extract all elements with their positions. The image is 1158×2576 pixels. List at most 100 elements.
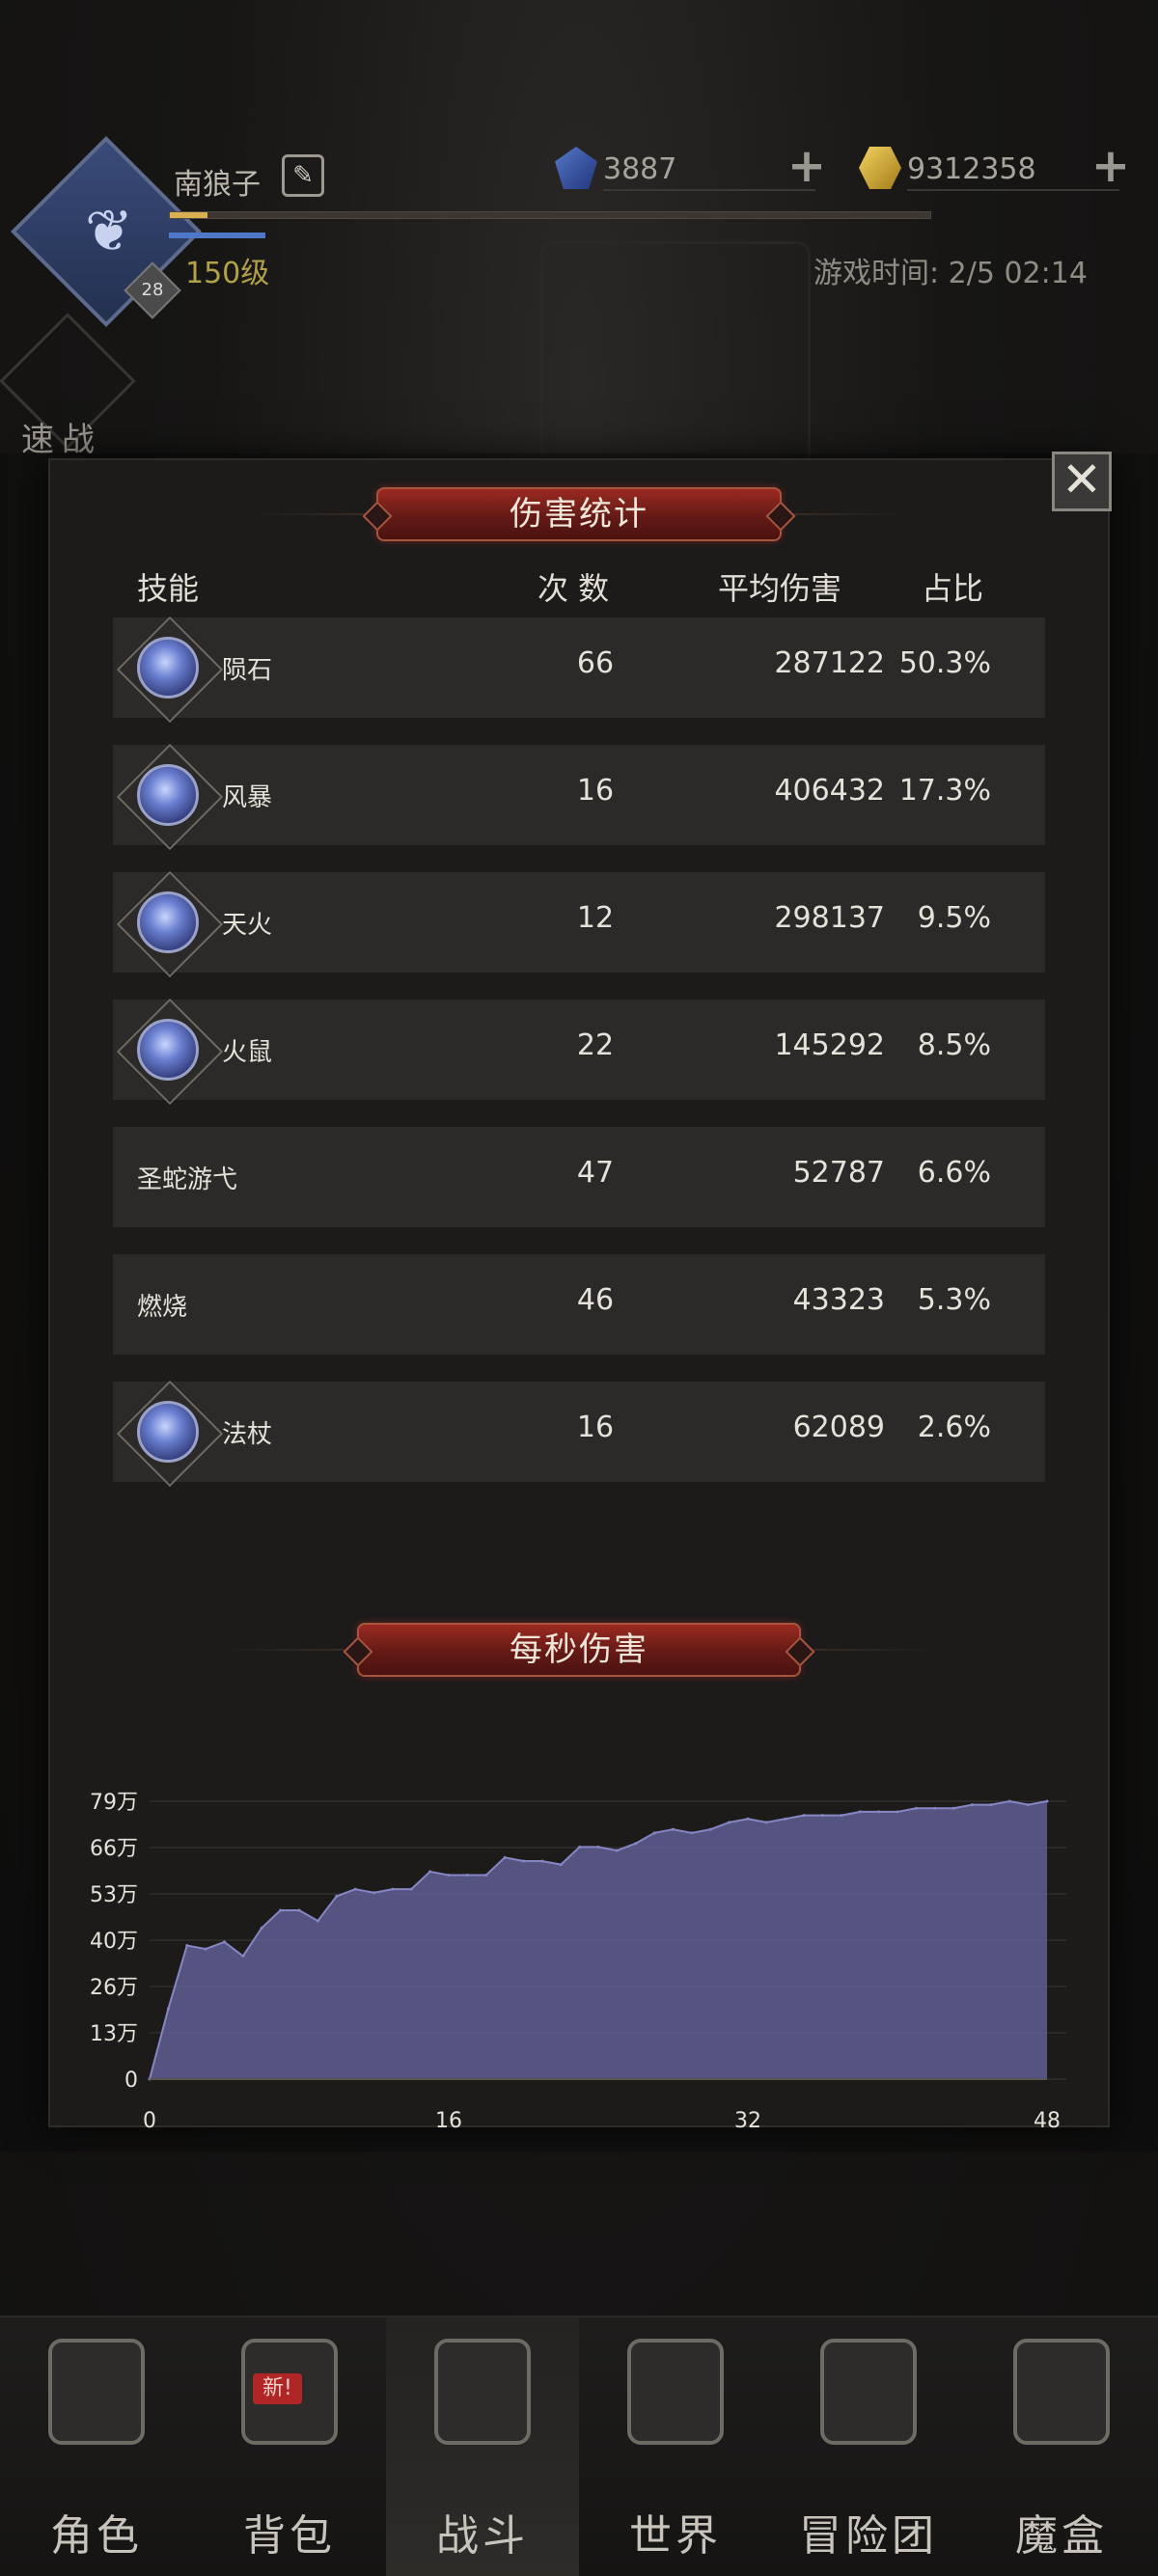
skill-name: 陨石 <box>222 656 273 685</box>
dps-point <box>484 1874 488 1877</box>
dps-point <box>522 1859 525 1863</box>
dps-chart: 0 13万 26万 40万 53万 66万 79万 0 16 32 48 <box>90 1791 1066 2133</box>
y-tick-label: 0 <box>124 2069 138 2093</box>
world-map-icon <box>627 2339 724 2445</box>
table-header: 技能 次 数 平均伤害 占比 <box>0 564 1158 607</box>
dps-point <box>335 1894 339 1898</box>
dps-point <box>746 1817 750 1821</box>
dps-point <box>578 1845 582 1849</box>
skill-count: 16 <box>576 1411 615 1444</box>
skill-count: 16 <box>576 774 615 808</box>
skill-count: 22 <box>576 1028 615 1062</box>
dps-point <box>503 1855 507 1859</box>
nav-item-backpack[interactable]: 新! 背包 <box>193 2317 386 2576</box>
dps-point <box>409 1887 413 1891</box>
player-name: 南狼子 <box>174 168 261 202</box>
dps-point <box>447 1874 451 1877</box>
bottom-nav: 角色 新! 背包 战斗 世界 冒险团 魔盒 <box>0 2316 1158 2576</box>
nav-label: 世界 <box>629 2511 722 2561</box>
nav-item-world-map[interactable]: 世界 <box>579 2317 772 2576</box>
skill-ratio: 8.5% <box>917 1028 991 1062</box>
skill-avg-damage: 62089 <box>792 1411 885 1444</box>
damage-stats-title: 伤害统计 <box>376 487 782 541</box>
dps-point <box>185 1943 189 1947</box>
add-gems-button[interactable]: + <box>786 143 827 189</box>
skill-avg-damage: 287122 <box>774 646 885 680</box>
skill-row: 天火 12 298137 9.5% <box>113 872 1045 973</box>
dps-point <box>279 1908 283 1912</box>
dps-point <box>465 1874 469 1877</box>
dps-point <box>708 1827 712 1831</box>
new-badge: 新! <box>253 2373 302 2404</box>
header-ratio: 占比 <box>922 570 984 607</box>
y-tick-label: 26万 <box>90 1976 138 2000</box>
dps-point <box>971 1803 974 1807</box>
dps-point <box>241 1954 245 1958</box>
y-tick-label: 79万 <box>90 1791 138 1815</box>
dps-point <box>821 1814 824 1818</box>
dps-point <box>615 1849 619 1852</box>
skill-count: 46 <box>576 1283 615 1317</box>
dps-point <box>260 1926 263 1930</box>
gold-icon <box>859 147 905 193</box>
skill-name: 燃烧 <box>137 1293 188 1322</box>
y-tick-label: 40万 <box>90 1930 138 1954</box>
dps-point <box>372 1891 375 1895</box>
skill-row: 陨石 66 287122 50.3% <box>113 617 1045 718</box>
dps-point <box>166 2007 170 2011</box>
dps-point <box>784 1817 787 1821</box>
dps-point <box>634 1842 638 1846</box>
nav-item-magic-box[interactable]: 魔盒 <box>965 2317 1158 2576</box>
skill-ratio: 50.3% <box>898 646 991 680</box>
x-tick-label: 48 <box>1034 2109 1061 2133</box>
dps-point <box>1045 1799 1049 1803</box>
skill-ratio: 17.3% <box>898 774 991 808</box>
nav-item-guild-castle[interactable]: 冒险团 <box>772 2317 965 2576</box>
magic-box-icon <box>1013 2339 1110 2445</box>
skill-name: 火鼠 <box>222 1038 273 1067</box>
skill-avg-damage: 145292 <box>774 1028 885 1062</box>
skill-avg-damage: 406432 <box>774 774 885 808</box>
dps-point <box>914 1806 918 1810</box>
dps-point <box>391 1887 395 1891</box>
dps-point <box>896 1810 899 1814</box>
character-helmet-icon <box>48 2339 145 2445</box>
y-tick-label: 13万 <box>90 2022 138 2046</box>
guild-castle-icon <box>820 2339 917 2445</box>
nav-item-battle-shield[interactable]: 战斗 <box>386 2317 579 2576</box>
dps-point <box>559 1863 563 1867</box>
skill-name: 天火 <box>222 911 273 940</box>
dps-point <box>428 1870 432 1874</box>
dps-area <box>150 1801 1047 2079</box>
gold-count: 9312358 <box>907 152 1036 186</box>
header-count: 次 数 <box>538 570 610 607</box>
edit-name-icon[interactable]: ✎ <box>282 154 324 197</box>
x-tick-label: 16 <box>435 2109 462 2133</box>
nav-label: 战斗 <box>436 2511 529 2561</box>
avatar-emblem-icon: ❦ <box>84 198 134 265</box>
dps-point <box>989 1803 993 1807</box>
skill-name: 法杖 <box>222 1420 273 1449</box>
dps-point <box>652 1831 656 1835</box>
dps-point <box>316 1919 319 1923</box>
background-emblem <box>540 241 811 473</box>
staff-icon <box>137 1401 199 1463</box>
nav-item-character-helmet[interactable]: 角色 <box>0 2317 193 2576</box>
skill-ratio: 2.6% <box>917 1411 991 1444</box>
meteor-icon <box>137 637 199 699</box>
dps-point <box>540 1859 544 1863</box>
skill-count: 12 <box>576 901 615 935</box>
xp-fill <box>170 212 208 218</box>
nav-label: 魔盒 <box>1015 2511 1108 2561</box>
dps-point <box>204 1947 207 1951</box>
damage-stats-banner: 伤害统计 <box>0 485 1158 543</box>
skill-row: 火鼠 22 145292 8.5% <box>113 1000 1045 1100</box>
y-tick-label: 66万 <box>90 1837 138 1861</box>
dps-point <box>596 1845 600 1849</box>
nav-label: 背包 <box>243 2511 336 2561</box>
player-level: 150级 <box>185 257 270 290</box>
add-gold-button[interactable]: + <box>1090 143 1131 189</box>
skill-row: 燃烧 46 43323 5.3% <box>113 1254 1045 1355</box>
dps-point <box>297 1908 301 1912</box>
skill-avg-damage: 298137 <box>774 901 885 935</box>
